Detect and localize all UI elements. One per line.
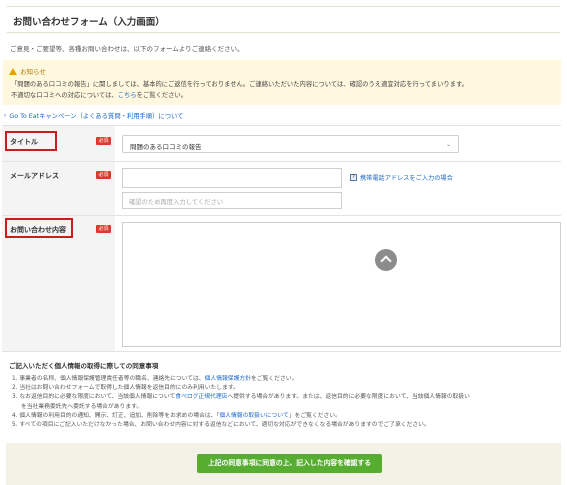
page-title-bar: お問い合わせフォーム（入力画面） <box>7 6 560 33</box>
privacy-item: 4. 個人情報の利用目的の通知、開示、訂正、追加、削除等をお求めの場合は、「個人… <box>12 412 470 421</box>
email-required-badge: 必須 <box>96 171 111 179</box>
email-row: メールアドレス 必須 確認のため再度入力してください ? 携帯電話アドレスをご入… <box>2 162 561 216</box>
title-row: タイトル 必須 問題のある口コミの報告 ⌄ <box>2 126 561 162</box>
privacy-title: ご記入いただく個人情報の取得に際しての同意事項 <box>9 362 159 370</box>
privacy-item-text: 4. 個人情報の利用目的の通知、開示、訂正、追加、削除等をお求めの場合は、「 <box>12 412 220 419</box>
notice-line-2-prefix: 不適切な口コミへの対応については、 <box>11 92 118 99</box>
title-select-value: 問題のある口コミの報告 <box>130 143 202 151</box>
notice-line-1: 「問題のある口コミの報告」に関しましては、基本的にご返信を行っておりません。ご連… <box>11 81 468 88</box>
privacy-item-text: 3. なお返信目的に必要な限度において、当該個人情報について <box>12 394 176 401</box>
privacy-item-suffix: をご覧ください。 <box>250 376 298 382</box>
email-label-cell <box>2 162 115 215</box>
privacy-item: 3. なお返信目的に必要な限度において、当該個人情報について食べログ正規代理店へ… <box>12 393 470 402</box>
chevron-right-icon: › <box>4 112 7 119</box>
privacy-item: 2. 当社はお問い合わせフォームで取得した個人情報を返信目的にのみ利用いたします… <box>12 384 470 393</box>
title-label-highlight <box>5 131 57 151</box>
notice-here-link[interactable]: こちら <box>118 92 137 99</box>
privacy-item-suffix: へ提供する場合があります。または、返信目的に必要な限度において、当該個人情報の取… <box>227 394 470 401</box>
title-required-badge: 必須 <box>96 137 111 145</box>
privacy-item-text: 2. 当社はお問い合わせフォームで取得した個人情報を返信目的にのみ利用いたします… <box>12 385 239 392</box>
campaign-link-label[interactable]: Go To Eatキャンペーン（よくある質問・利用手順）について <box>9 111 183 120</box>
notice-heading: お知らせ <box>20 68 46 76</box>
mobile-email-help-label[interactable]: 携帯電話アドレスをご入力の場合 <box>360 173 453 182</box>
content-label-highlight <box>5 218 73 238</box>
notice-line-2: 不適切な口コミへの対応については、こちらをご覧ください。 <box>11 90 187 99</box>
privacy-item-suffix: 」をご覧ください。 <box>288 412 341 419</box>
notice-heading-row: お知らせ <box>9 66 46 76</box>
content-textarea[interactable] <box>122 222 561 347</box>
notice-line-2-suffix: をご覧ください。 <box>136 92 187 99</box>
personal-info-link[interactable]: 個人情報の取扱いについて <box>219 413 288 419</box>
scroll-to-top-button[interactable] <box>375 249 397 271</box>
content-row: お問い合わせ内容 必須 <box>2 216 561 352</box>
privacy-item: 5. すべての項目にご記入いただけなかった場合、お問い合わせ内容に対する返信など… <box>12 421 470 430</box>
email-confirm-input[interactable]: 確認のため再度入力してください <box>122 192 342 209</box>
campaign-link[interactable]: › Go To Eatキャンペーン（よくある質問・利用手順）について <box>4 111 183 120</box>
warning-icon <box>9 67 17 75</box>
help-icon: ? <box>350 174 357 181</box>
privacy-item-text: を当社業務委託先へ委託する場合があります。 <box>21 403 143 410</box>
privacy-list: 1. 事業者の名称、個人情報保護管理責任者等の職名、連絡先については、個人情報保… <box>12 375 470 430</box>
agency-link[interactable]: 食べログ正規代理店 <box>175 394 227 400</box>
page-title: お問い合わせフォーム（入力画面） <box>13 17 165 28</box>
privacy-item: 1. 事業者の名称、個人情報保護管理責任者等の職名、連絡先については、個人情報保… <box>12 375 470 384</box>
privacy-item-text: 1. 事業者の名称、個人情報保護管理責任者等の職名、連絡先については、 <box>12 376 205 382</box>
form-footer: 上記の同意事項に同意の上、記入した内容を確認する <box>6 443 561 485</box>
email-input[interactable] <box>122 168 342 188</box>
chevron-down-icon: ⌄ <box>445 141 451 148</box>
title-select[interactable]: 問題のある口コミの報告 ⌄ <box>122 135 459 153</box>
intro-text: ご意見・ご要望等、各種お問い合わせは、以下のフォームよりご連絡ください。 <box>10 45 244 53</box>
notice-box: お知らせ 「問題のある口コミの報告」に関しましては、基本的にご返信を行っておりま… <box>3 60 561 105</box>
contact-form: タイトル 必須 問題のある口コミの報告 ⌄ メールアドレス 必須 確認のため再度… <box>2 125 561 352</box>
privacy-policy-link[interactable]: 個人情報保護方針 <box>205 376 251 382</box>
privacy-item: を当社業務委託先へ委託する場合があります。 <box>12 403 470 412</box>
email-label: メールアドレス <box>10 172 59 180</box>
confirm-submit-button[interactable]: 上記の同意事項に同意の上、記入した内容を確認する <box>197 454 382 473</box>
mobile-email-help-link[interactable]: ? 携帯電話アドレスをご入力の場合 <box>350 173 453 182</box>
content-required-badge: 必須 <box>96 225 111 233</box>
privacy-item-text: 5. すべての項目にご記入いただけなかった場合、お問い合わせ内容に対する返信など… <box>12 422 430 429</box>
